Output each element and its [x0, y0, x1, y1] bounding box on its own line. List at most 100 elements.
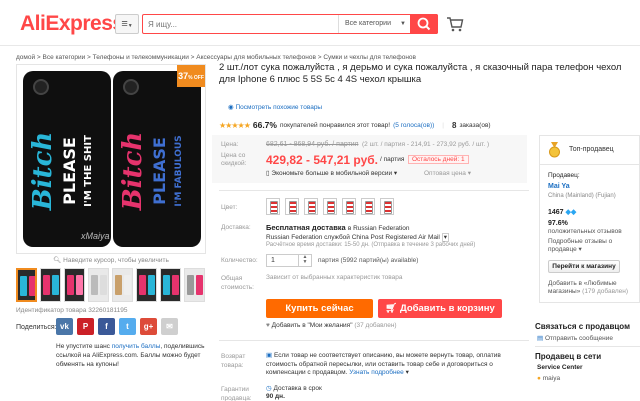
seller-product-label: Продавец:	[548, 172, 580, 179]
mobile-savings-link[interactable]: ▯ Экономьте больше в мобильной версии ▾	[266, 169, 397, 177]
add-favorite-store[interactable]: Добавить в «Любимые магазины» (179 добав…	[548, 280, 638, 296]
online-chat-name: maiya	[542, 375, 561, 382]
watermark: xMaiya	[81, 231, 110, 241]
thumbnail[interactable]	[184, 268, 205, 302]
rating-row: ★★★★★ 66.7% покупателей понравился этот …	[219, 118, 639, 132]
buy-now-button[interactable]: Купить сейчас	[266, 299, 373, 318]
seller-score[interactable]: 1467 ◆◆	[548, 208, 576, 216]
add-to-wishlist[interactable]: ♥ Добавить в "Мои желания" (37 добавлен)	[266, 322, 397, 329]
thumbnail[interactable]	[88, 268, 109, 302]
zoom-hint: 🔍︎ Наведите курсор, чтобы увеличить	[16, 256, 206, 264]
bitch-please-shit-artwork: Bitch PLEASE I'M THE SHIT	[28, 132, 94, 212]
price-per-piece: (2 шт. / партия - 214,91 - 273,92 руб. /…	[362, 141, 490, 148]
search-icon	[417, 17, 431, 31]
returns-label: Возврат товара:	[221, 353, 246, 369]
top-seller-label: Топ-продавец	[569, 146, 614, 153]
divider	[219, 340, 529, 341]
breadcrumb[interactable]: домой > Все категории > Телефоны и телек…	[16, 54, 416, 61]
delivery-method: Russian Federation службой China Post Re…	[266, 234, 440, 241]
positive-feedback: 97.6%	[548, 220, 568, 227]
separator: |	[442, 121, 444, 129]
quantity-stepper[interactable]: ▲ ▼	[298, 255, 311, 266]
pinterest-icon[interactable]: P	[77, 318, 94, 335]
message-icon: ▤	[537, 335, 545, 342]
search-button[interactable]	[410, 14, 438, 34]
delivery-time: Расчётное время доставки: 15-50 дн. (Отп…	[266, 242, 476, 248]
diamond-icon: ◆◆	[565, 209, 577, 216]
delivery-label: Доставка:	[221, 224, 251, 231]
bitch-please-fabulous-artwork: Bitch PLEASE I'M FABULOUS	[118, 132, 184, 212]
star-rating[interactable]: ★★★★★	[219, 121, 251, 130]
mobile-savings-label: Экономьте больше в мобильной версии	[271, 170, 393, 177]
wholesale-price-link[interactable]: Оптовая цена ▾	[424, 169, 471, 177]
chevron-down-icon: ▾	[392, 170, 398, 177]
camera-icon	[33, 79, 49, 95]
thumbnail[interactable]	[16, 268, 37, 302]
svg-text:I'M THE SHIT: I'M THE SHIT	[83, 135, 94, 207]
color-option[interactable]	[323, 198, 337, 215]
color-option[interactable]	[285, 198, 299, 215]
seller-location: China (Mainland) (Fujian)	[548, 193, 616, 199]
similar-products-label: Посмотреть похожие товары	[235, 104, 323, 111]
color-option[interactable]	[266, 198, 280, 215]
zoom-icon: 🔍︎	[53, 257, 64, 264]
color-option[interactable]	[304, 198, 318, 215]
cart-icon[interactable]	[446, 15, 464, 33]
search-input[interactable]	[143, 15, 333, 33]
thumbnail[interactable]	[40, 268, 61, 302]
thumbnail[interactable]	[64, 268, 85, 302]
detailed-feedback-label: Подробные отзывы о продавце	[548, 238, 613, 253]
main-product-image[interactable]: Bitch PLEASE I'M THE SHIT Bitch PLEASE I…	[16, 64, 206, 254]
online-chat-link[interactable]: ● maiya	[537, 375, 560, 382]
share-note-text: Не упустите шанс	[56, 343, 112, 350]
price-unit: / партия	[380, 156, 405, 163]
twitter-icon[interactable]: t	[119, 318, 136, 335]
discount-value: 37	[178, 71, 189, 81]
delivery-method-select[interactable]: Russian Federation службой China Post Re…	[266, 233, 449, 242]
free-delivery: Бесплатная доставка	[266, 223, 346, 232]
service-center-label: Service Center	[537, 364, 583, 371]
email-icon[interactable]: ✉	[161, 318, 178, 335]
cart-icon: 🛒︎	[385, 303, 400, 314]
svg-text:Bitch: Bitch	[28, 132, 58, 212]
svg-text:PLEASE: PLEASE	[60, 137, 79, 205]
learn-more-link[interactable]: Узнать подробнее	[349, 369, 404, 376]
categories-menu-button[interactable]: ≡▼	[115, 14, 139, 34]
search-category-select[interactable]: Все категории ▼	[338, 15, 410, 33]
similar-products-link[interactable]: ◉ Посмотреть похожие товары	[228, 103, 322, 111]
top-seller-banner: Топ-продавец	[539, 135, 640, 165]
color-option[interactable]	[342, 198, 356, 215]
divider	[535, 346, 640, 347]
phone-case-right: Bitch PLEASE I'M FABULOUS	[113, 71, 201, 247]
color-option[interactable]	[380, 198, 394, 215]
add-to-cart-button[interactable]: 🛒︎ Добавить в корзину	[378, 299, 502, 318]
google-plus-icon[interactable]: g+	[140, 318, 157, 335]
thumbnail[interactable]	[112, 268, 133, 302]
svg-text:PLEASE: PLEASE	[150, 137, 169, 205]
thumbnail-strip	[16, 268, 206, 302]
go-to-store-button[interactable]: Перейти к магазину	[548, 260, 620, 273]
send-message-link[interactable]: ▤ Отправить сообщение	[537, 334, 613, 342]
wholesale-label: Оптовая цена	[424, 170, 466, 177]
vk-icon[interactable]: vk	[56, 318, 73, 335]
color-label: Цвет:	[221, 204, 238, 211]
delivery-destination: в Russian Federation	[347, 225, 410, 232]
votes-link[interactable]: (5 голоса(ов))	[393, 122, 434, 129]
item-id: Идентификатор товара 32260181195	[16, 307, 128, 314]
detailed-feedback-link[interactable]: Подробные отзывы о продавце ▾	[548, 238, 636, 254]
color-option[interactable]	[361, 198, 375, 215]
thumbnail[interactable]	[136, 268, 157, 302]
discount-badge: 37% OFF	[177, 65, 205, 87]
original-price: 682,61 - 868,94 руб. / партия	[266, 141, 359, 148]
wishlist-label: Добавить в "Мои желания"	[271, 322, 353, 329]
seller-name-link[interactable]: Mai Ya	[548, 183, 570, 190]
aliexpress-logo[interactable]: AliExpress	[20, 12, 124, 36]
color-options	[266, 198, 394, 215]
svg-text:Bitch: Bitch	[118, 132, 148, 212]
earn-points-link[interactable]: получить баллы	[112, 343, 161, 350]
facebook-icon[interactable]: f	[98, 318, 115, 335]
thumbnail[interactable]	[160, 268, 181, 302]
favorite-store-count: (179 добавлен)	[582, 288, 629, 295]
share-label: Поделиться:	[16, 324, 57, 331]
chevron-down-icon: ▼	[127, 23, 133, 29]
